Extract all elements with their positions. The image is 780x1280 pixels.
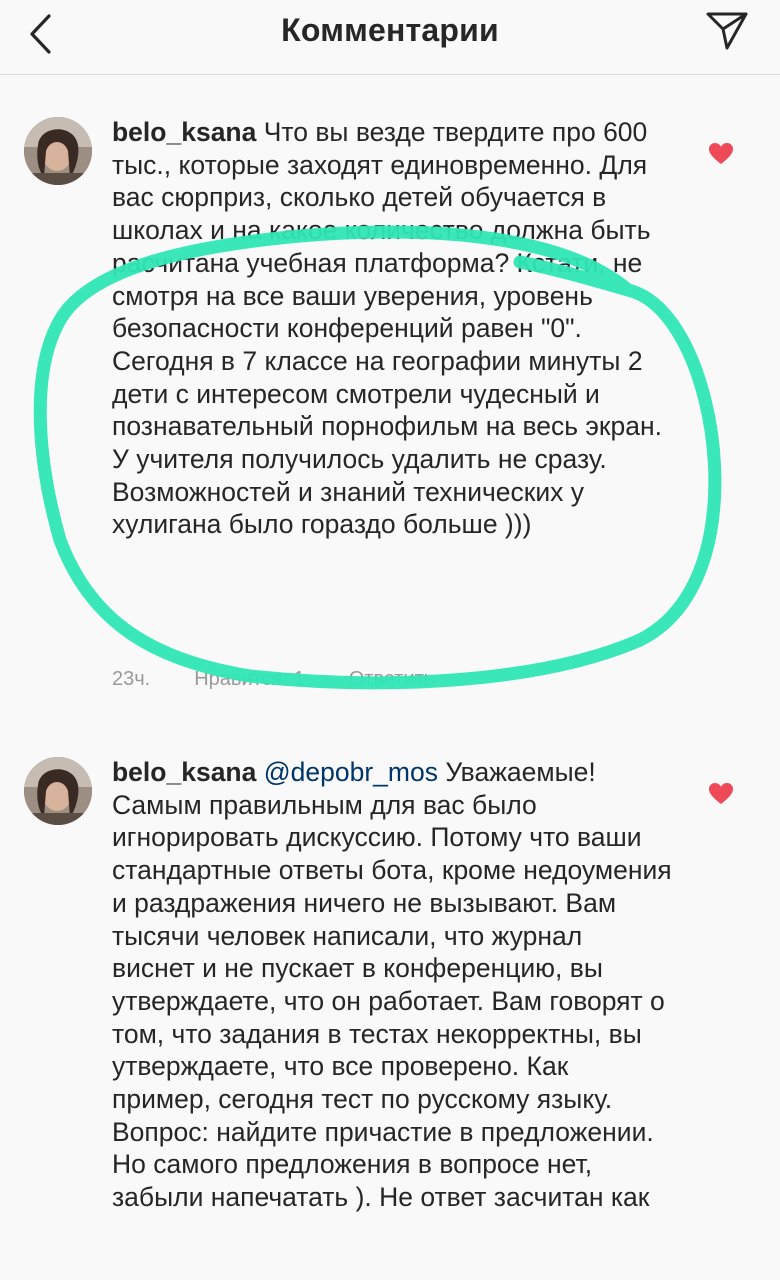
reply-button[interactable]: Ответить: [349, 668, 435, 691]
like-button[interactable]: [706, 140, 736, 168]
paper-plane-icon: [706, 12, 748, 50]
user-photo: [24, 117, 92, 185]
comment-text: belo_ksana Что вы везде твердите про 600…: [112, 116, 672, 541]
avatar[interactable]: [24, 117, 92, 185]
comment-text: belo_ksana @depobr_mos Уважаемые! Самым …: [112, 756, 672, 1214]
comment-body: Что вы везде твердите про 600 тыс., кото…: [112, 117, 662, 540]
comment-meta: 23ч. Нравится: 1 Ответить: [112, 668, 434, 691]
top-bar: Комментарии: [0, 0, 780, 75]
comment-time: 23ч.: [112, 668, 151, 690]
user-photo: [24, 757, 92, 825]
comment-likes[interactable]: Нравится: 1: [194, 668, 305, 691]
heart-icon: [709, 783, 733, 804]
like-button[interactable]: [706, 780, 736, 808]
comment-username[interactable]: belo_ksana: [112, 117, 256, 147]
comment-body: Уважаемые! Самым правильным для вас было…: [112, 757, 672, 1213]
comment-username[interactable]: belo_ksana: [112, 757, 256, 787]
share-button[interactable]: [702, 6, 752, 54]
comment-mention[interactable]: @depobr_mos: [264, 757, 438, 787]
heart-icon: [709, 143, 733, 164]
avatar[interactable]: [24, 757, 92, 825]
page-title: Комментарии: [281, 12, 499, 48]
